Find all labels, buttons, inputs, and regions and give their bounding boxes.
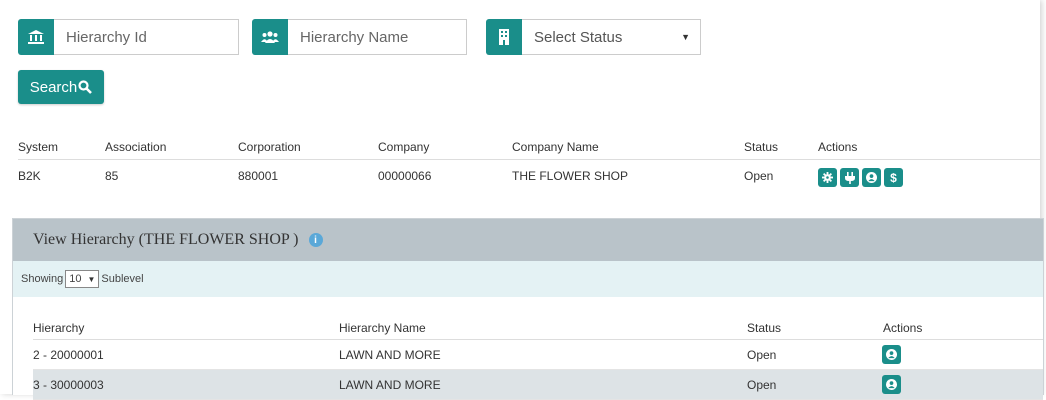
cell-system: B2K bbox=[18, 169, 41, 183]
company-table: System Association Corporation Company C… bbox=[18, 136, 1040, 196]
status-select-value: Select Status bbox=[534, 28, 623, 46]
view-user-button[interactable] bbox=[882, 375, 904, 394]
showing-label: Showing bbox=[21, 273, 64, 285]
search-button[interactable]: Search bbox=[18, 70, 104, 104]
header-system: System bbox=[18, 140, 59, 154]
header-status: Status bbox=[744, 140, 779, 154]
plug-icon bbox=[844, 171, 855, 184]
page-size-select[interactable]: 10 ▼ bbox=[65, 270, 100, 288]
user-button[interactable] bbox=[882, 345, 901, 364]
cell-hierarchy-name: LAWN AND MORE bbox=[339, 348, 441, 362]
header-actions: Actions bbox=[818, 140, 858, 154]
hierarchy-table: Hierarchy Hierarchy Name Status Actions … bbox=[33, 319, 1043, 400]
header-actions: Actions bbox=[883, 321, 923, 335]
row-actions: $ bbox=[818, 168, 906, 187]
info-icon[interactable]: i bbox=[308, 233, 323, 247]
hierarchy-table-header: Hierarchy Hierarchy Name Status Actions bbox=[33, 319, 1043, 340]
header-corporation: Corporation bbox=[238, 140, 301, 154]
user-circle-icon bbox=[866, 172, 877, 183]
billing-button[interactable]: $ bbox=[884, 168, 903, 187]
header-company-name: Company Name bbox=[512, 140, 599, 154]
table-row: 2 - 20000001 LAWN AND MORE Open bbox=[33, 340, 1043, 370]
connect-button[interactable] bbox=[840, 168, 859, 187]
sublevel-label: Sublevel bbox=[101, 273, 144, 285]
cell-association: 85 bbox=[105, 169, 119, 183]
cell-hierarchy: 3 - 30000003 bbox=[33, 378, 104, 392]
user-button[interactable] bbox=[862, 168, 881, 187]
page-frame: Select Status ▼ Search System Associatio… bbox=[0, 0, 1044, 400]
bank-icon bbox=[18, 19, 54, 55]
chevron-down-icon: ▼ bbox=[681, 32, 690, 42]
chevron-down-icon: ▼ bbox=[87, 274, 96, 284]
table-row: B2K 85 880001 00000066 THE FLOWER SHOP O… bbox=[18, 160, 1040, 196]
panel-toolbar: Showing 10 ▼ Sublevel bbox=[13, 261, 1043, 297]
user-circle-icon bbox=[886, 349, 897, 360]
cell-corporation: 880001 bbox=[238, 169, 279, 183]
cell-company: 00000066 bbox=[378, 169, 432, 183]
view-user-button[interactable] bbox=[882, 345, 904, 364]
hierarchy-panel: View Hierarchy (THE FLOWER SHOP ) i Show… bbox=[12, 218, 1044, 400]
header-company: Company bbox=[378, 140, 430, 154]
page-size-value: 10 bbox=[69, 273, 82, 285]
header-association: Association bbox=[105, 140, 167, 154]
user-button[interactable] bbox=[882, 375, 901, 394]
cell-status: Open bbox=[744, 169, 774, 183]
gear-icon bbox=[822, 172, 833, 183]
cell-status: Open bbox=[747, 348, 777, 362]
hierarchy-name-input[interactable] bbox=[288, 19, 467, 55]
panel-header: View Hierarchy (THE FLOWER SHOP ) i bbox=[13, 219, 1043, 261]
header-status: Status bbox=[747, 321, 782, 335]
cell-company-name: THE FLOWER SHOP bbox=[512, 169, 629, 183]
table-header: System Association Corporation Company C… bbox=[18, 136, 1040, 160]
header-hierarchy: Hierarchy bbox=[33, 321, 85, 335]
status-select[interactable]: Select Status ▼ bbox=[522, 19, 701, 55]
dollar-icon: $ bbox=[890, 170, 897, 185]
search-button-label: Search bbox=[29, 78, 78, 96]
hierarchy-name-filter bbox=[252, 19, 467, 55]
building-icon bbox=[486, 19, 522, 55]
cell-hierarchy: 2 - 20000001 bbox=[33, 348, 104, 362]
settings-button[interactable] bbox=[818, 168, 837, 187]
cell-status: Open bbox=[747, 378, 777, 392]
hierarchy-id-input[interactable] bbox=[54, 19, 239, 55]
panel-title: View Hierarchy (THE FLOWER SHOP ) bbox=[33, 231, 299, 248]
users-icon bbox=[252, 19, 288, 55]
cell-hierarchy-name: LAWN AND MORE bbox=[339, 378, 441, 392]
hierarchy-id-filter bbox=[18, 19, 239, 55]
magnifier-icon bbox=[78, 80, 93, 94]
user-circle-icon bbox=[886, 379, 897, 390]
header-hierarchy-name: Hierarchy Name bbox=[339, 321, 426, 335]
status-filter: Select Status ▼ bbox=[486, 19, 701, 55]
table-row: 3 - 30000003 LAWN AND MORE Open bbox=[33, 370, 1043, 400]
